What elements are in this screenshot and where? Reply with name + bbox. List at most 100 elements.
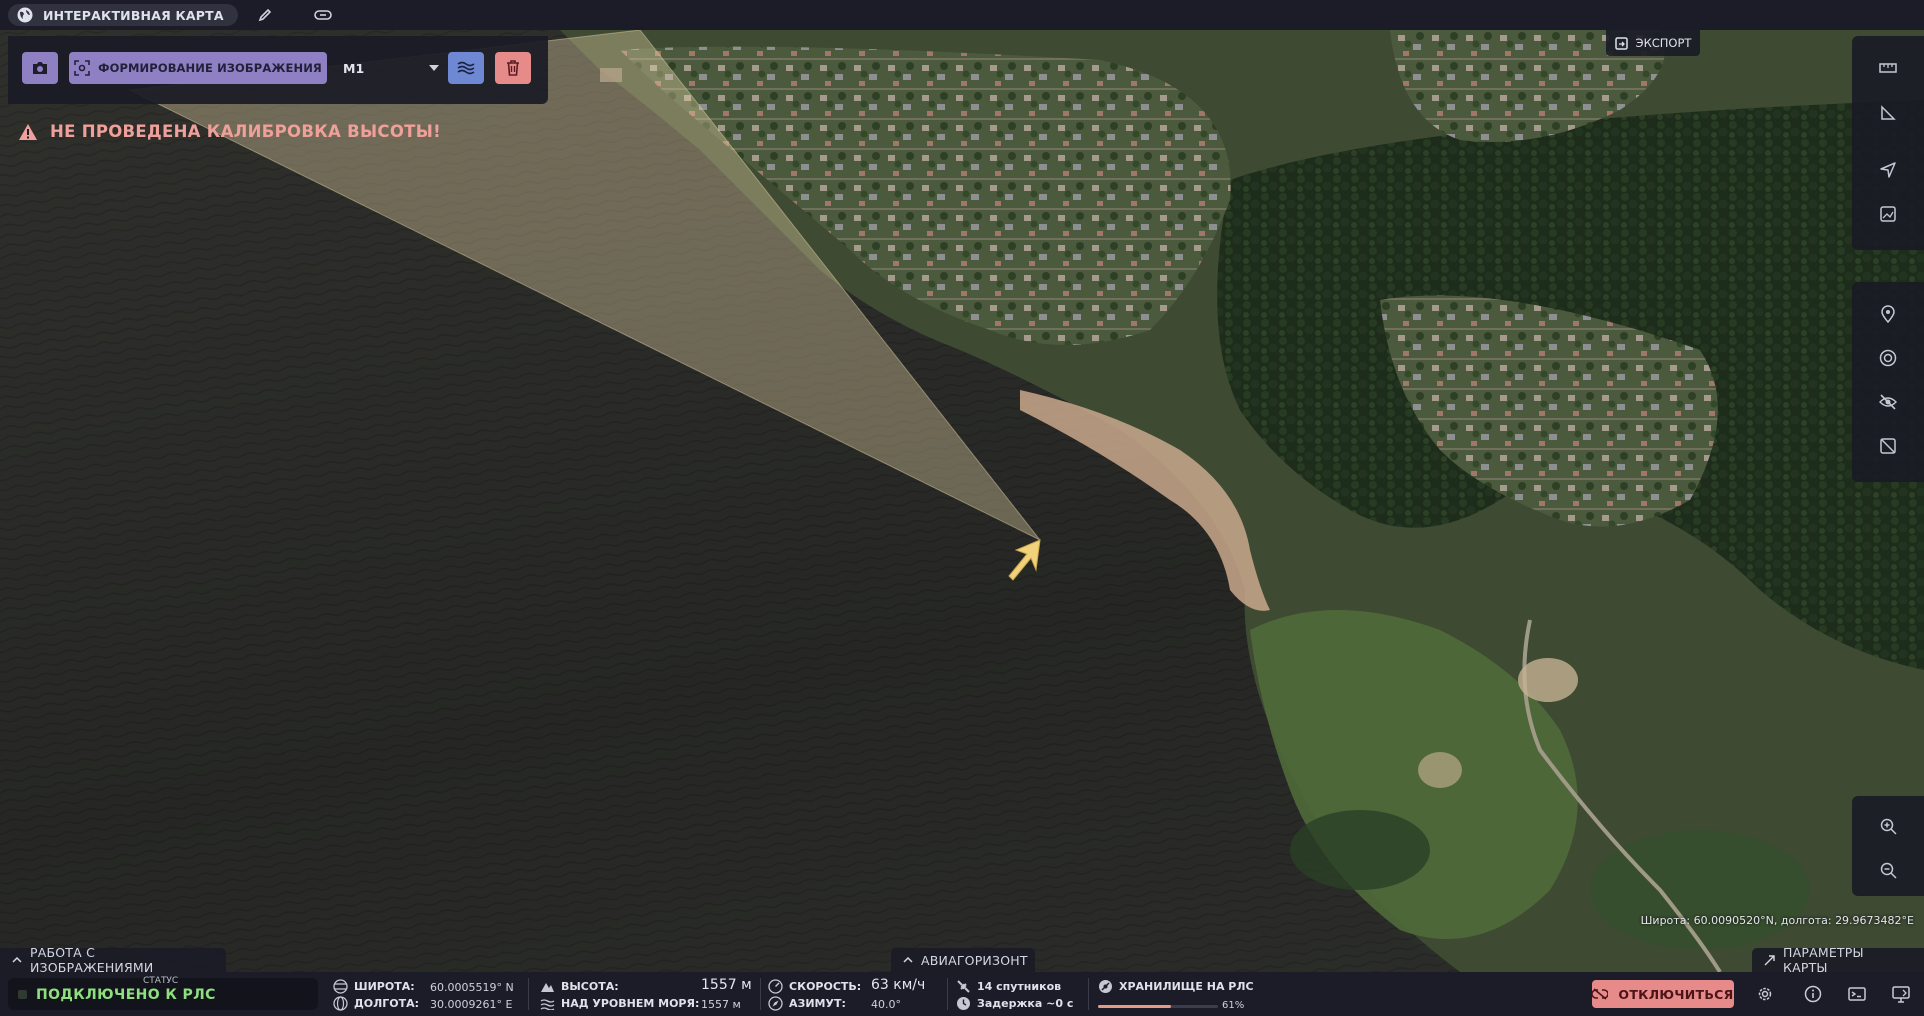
cursor-coordinates: Широта: 60.0090520°N, долгота: 29.967348…	[1640, 914, 1914, 927]
mode-select[interactable]: M1	[335, 52, 445, 84]
latitude-label: ШИРОТА:	[354, 980, 415, 993]
speedometer-icon	[768, 979, 783, 994]
mode-value: M1	[343, 60, 365, 76]
status-indicator	[18, 990, 27, 999]
settings-button[interactable]	[1751, 980, 1779, 1008]
status-caption: СТАТУС	[143, 976, 179, 986]
coordinates-group: ШИРОТА: 60.0005519° N ДОЛГОТА: 30.000926…	[333, 977, 523, 1013]
display-button[interactable]	[1887, 980, 1915, 1008]
visibility-off-icon	[1879, 394, 1897, 410]
form-image-button[interactable]: ФОРМИРОВАНИЕ ИЗОБРАЖЕНИЯ	[69, 52, 327, 84]
export-label: ЭКСПОРТ	[1635, 36, 1692, 50]
app-title: ИНТЕРАКТИВНАЯ КАРТА	[43, 7, 224, 23]
info-icon	[1804, 985, 1822, 1003]
zoom-panel	[1852, 796, 1924, 896]
sea-level-icon	[540, 996, 555, 1011]
navigate-tool[interactable]	[1872, 154, 1904, 186]
map-pin-icon	[1881, 305, 1895, 323]
zoom-out-button[interactable]	[1872, 854, 1904, 886]
hide-image-tool[interactable]	[1872, 430, 1904, 462]
image-icon	[1880, 206, 1896, 222]
zoom-in-button[interactable]	[1872, 810, 1904, 842]
console-button[interactable]	[1843, 980, 1871, 1008]
compass-icon	[768, 996, 783, 1011]
ruler-tool[interactable]	[1872, 52, 1904, 84]
gnss-group: 14 спутников Задержка ~0 с	[956, 977, 1086, 1013]
satellite-icon	[956, 979, 971, 994]
mountain-icon	[540, 979, 555, 994]
map-params-toggle[interactable]: ПАРАМЕТРЫ КАРТЫ	[1752, 945, 1924, 975]
warning-icon	[18, 123, 38, 141]
zoom-out-icon	[1880, 862, 1897, 879]
azimuth-label: АЗИМУТ:	[789, 997, 846, 1010]
longitude-value: 30.0009261° E	[430, 998, 513, 1011]
app-title-chip[interactable]: ИНТЕРАКТИВНАЯ КАРТА	[8, 4, 238, 26]
image-tool[interactable]	[1872, 198, 1904, 230]
export-button[interactable]: ЭКСПОРТ	[1606, 30, 1700, 56]
navigation-icon	[1880, 162, 1896, 178]
connection-status: СТАТУС ПОДКЛЮЧЕНО К РЛС	[8, 976, 318, 1010]
expand-icon	[1764, 954, 1775, 966]
storage-progress-fill	[1098, 1005, 1172, 1008]
map-params-label: ПАРАМЕТРЫ КАРТЫ	[1783, 945, 1864, 975]
azimuth-value: 40.0°	[871, 998, 901, 1011]
status-value: ПОДКЛЮЧЕНО К РЛС	[36, 987, 216, 1003]
divider	[528, 978, 529, 1010]
hide-layer-tool[interactable]	[1872, 386, 1904, 418]
form-image-label: ФОРМИРОВАНИЕ ИЗОБРАЖЕНИЯ	[98, 61, 322, 75]
link-icon[interactable]	[308, 0, 338, 30]
globe-icon	[16, 6, 34, 24]
disconnect-button[interactable]: ОТКЛЮЧИТЬСЯ	[1592, 980, 1734, 1008]
focus-icon	[74, 60, 90, 76]
calibration-warning-text: НЕ ПРОВЕДЕНА КАЛИБРОВКА ВЫСОТЫ!	[50, 122, 441, 141]
camera-icon	[31, 60, 49, 76]
chevron-up-icon	[903, 957, 913, 963]
satellite-imagery	[0, 30, 1924, 972]
layer-tools-panel	[1852, 282, 1924, 482]
storage-percent: 61%	[1222, 1000, 1245, 1011]
imaging-section-toggle[interactable]: РАБОТА С ИЗОБРАЖЕНИЯМИ	[0, 945, 226, 975]
latitude-value: 60.0005519° N	[430, 981, 514, 994]
horizon-section-toggle[interactable]: АВИАГОРИЗОНТ	[891, 948, 1035, 972]
terminal-icon	[1848, 986, 1866, 1002]
marker-tool[interactable]	[1872, 298, 1904, 330]
divider	[1088, 978, 1089, 1010]
storage-progress	[1098, 1005, 1218, 1008]
info-button[interactable]	[1799, 980, 1827, 1008]
speed-label: СКОРОСТЬ:	[789, 980, 862, 993]
speed-group: СКОРОСТЬ: 63 км/ч АЗИМУТ: 40.0°	[768, 977, 943, 1013]
camera-button[interactable]	[22, 52, 58, 84]
longitude-label: ДОЛГОТА:	[354, 997, 420, 1010]
longitude-icon	[333, 996, 348, 1011]
storage-label: ХРАНИЛИЩЕ НА РЛС	[1119, 980, 1254, 993]
imaging-section-label: РАБОТА С ИЗОБРАЖЕНИЯМИ	[30, 945, 154, 975]
altitude-label: ВЫСОТА:	[561, 980, 619, 993]
angle-icon	[1880, 105, 1896, 121]
storage-icon	[1098, 979, 1113, 994]
calibration-warning: НЕ ПРОВЕДЕНА КАЛИБРОВКА ВЫСОТЫ!	[18, 122, 441, 141]
map-view[interactable]	[0, 30, 1924, 972]
angle-tool[interactable]	[1872, 97, 1904, 129]
sea-level-value: 1557 м	[701, 998, 741, 1011]
trash-icon	[506, 60, 520, 76]
disconnect-label: ОТКЛЮЧИТЬСЯ	[1618, 986, 1734, 1002]
waves-icon	[457, 61, 475, 75]
altitude-value: 1557 м	[701, 977, 752, 993]
delay-icon	[956, 996, 971, 1011]
latitude-icon	[333, 979, 348, 994]
chevron-down-icon	[429, 65, 439, 71]
delete-button[interactable]	[495, 52, 531, 84]
target-icon	[1879, 349, 1897, 367]
gear-icon	[1756, 985, 1774, 1003]
target-tool[interactable]	[1872, 342, 1904, 374]
status-bar: СТАТУС ПОДКЛЮЧЕНО К РЛС ШИРОТА: 60.00055…	[0, 972, 1924, 1016]
delay-value: Задержка ~0 с	[977, 997, 1074, 1010]
satellites-count: 14 спутников	[977, 980, 1062, 993]
image-toolbar: ФОРМИРОВАНИЕ ИЗОБРАЖЕНИЯ M1	[8, 36, 548, 104]
image-off-icon	[1880, 438, 1896, 454]
water-filter-button[interactable]	[448, 52, 484, 84]
altitude-group: ВЫСОТА: 1557 м НАД УРОВНЕМ МОРЯ: 1557 м	[540, 977, 755, 1013]
ruler-icon	[1879, 62, 1897, 74]
pencil-icon[interactable]	[250, 0, 280, 30]
divider	[947, 978, 948, 1010]
